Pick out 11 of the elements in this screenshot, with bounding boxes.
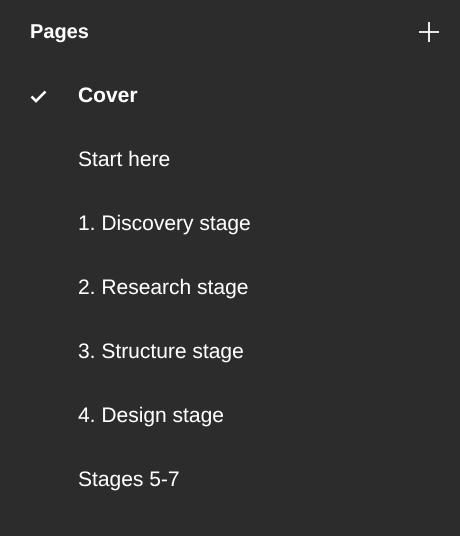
plus-icon — [418, 21, 440, 43]
page-item[interactable]: Cover — [0, 64, 460, 128]
panel-title: Pages — [30, 20, 89, 44]
page-item[interactable]: 1. Discovery stage — [0, 192, 460, 256]
page-item[interactable]: Stages 5-7 — [0, 448, 460, 512]
page-item[interactable]: Start here — [0, 128, 460, 192]
page-item[interactable]: 3. Structure stage — [0, 320, 460, 384]
add-page-button[interactable] — [416, 19, 442, 45]
checkmark-icon — [30, 90, 47, 102]
page-item[interactable]: 2. Research stage — [0, 256, 460, 320]
page-item[interactable]: 4. Design stage — [0, 384, 460, 448]
